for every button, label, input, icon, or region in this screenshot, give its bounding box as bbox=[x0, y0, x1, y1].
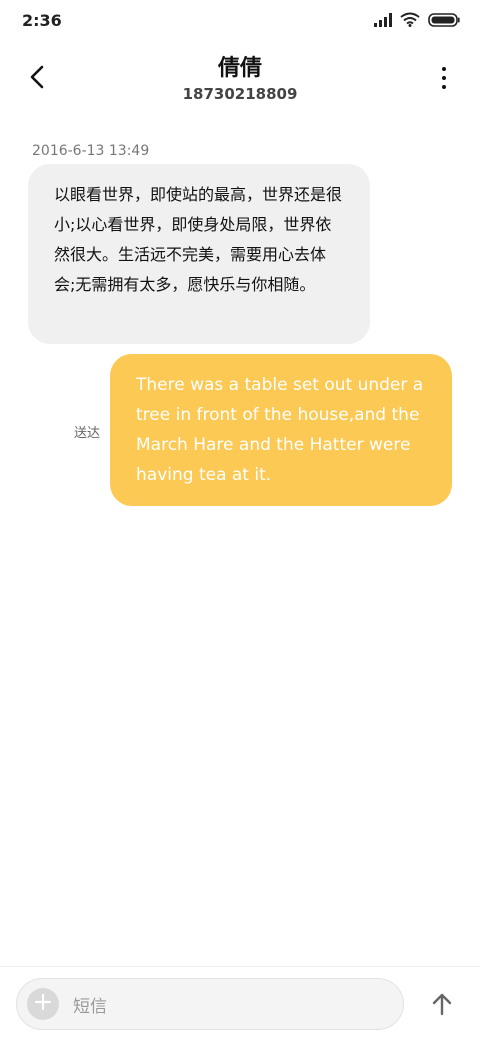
add-icon bbox=[34, 993, 52, 1015]
incoming-message-bubble[interactable]: 以眼看世界，即使站的最高，世界还是很小;以心看世界，即使身处局限，世界依然很大。… bbox=[28, 164, 370, 344]
compose-placeholder: 短信 bbox=[73, 996, 107, 1017]
contact-title: 倩倩 18730218809 bbox=[120, 56, 360, 103]
outgoing-message-bubble[interactable]: There was a table set out under a tree i… bbox=[110, 354, 452, 506]
incoming-message-text: 以眼看世界，即使站的最高，世界还是很小;以心看世界，即使身处局限，世界依然很大。… bbox=[54, 185, 343, 294]
compose-divider bbox=[0, 966, 480, 967]
more-options-button[interactable] bbox=[434, 64, 454, 92]
status-icons bbox=[374, 12, 460, 27]
send-button[interactable] bbox=[426, 990, 458, 1022]
status-time: 2:36 bbox=[22, 11, 62, 30]
conversation-header: 倩倩 18730218809 bbox=[0, 48, 480, 108]
more-vertical-icon bbox=[442, 67, 446, 71]
back-button[interactable] bbox=[22, 64, 52, 94]
message-timestamp: 2016-6-13 13:49 bbox=[32, 143, 150, 159]
add-attachment-button[interactable] bbox=[27, 988, 59, 1020]
back-arrow-icon bbox=[29, 65, 45, 93]
contact-name: 倩倩 bbox=[217, 56, 262, 81]
status-bar: 2:36 bbox=[0, 0, 480, 44]
contact-number: 18730218809 bbox=[182, 85, 298, 103]
battery-icon bbox=[428, 12, 460, 27]
send-arrow-icon bbox=[431, 992, 453, 1020]
wifi-icon bbox=[400, 12, 420, 27]
signal-icon bbox=[374, 12, 392, 27]
outgoing-message-text: There was a table set out under a tree i… bbox=[136, 375, 424, 485]
delivery-status: 送达 bbox=[74, 426, 101, 441]
compose-input[interactable]: 短信 bbox=[16, 978, 404, 1030]
